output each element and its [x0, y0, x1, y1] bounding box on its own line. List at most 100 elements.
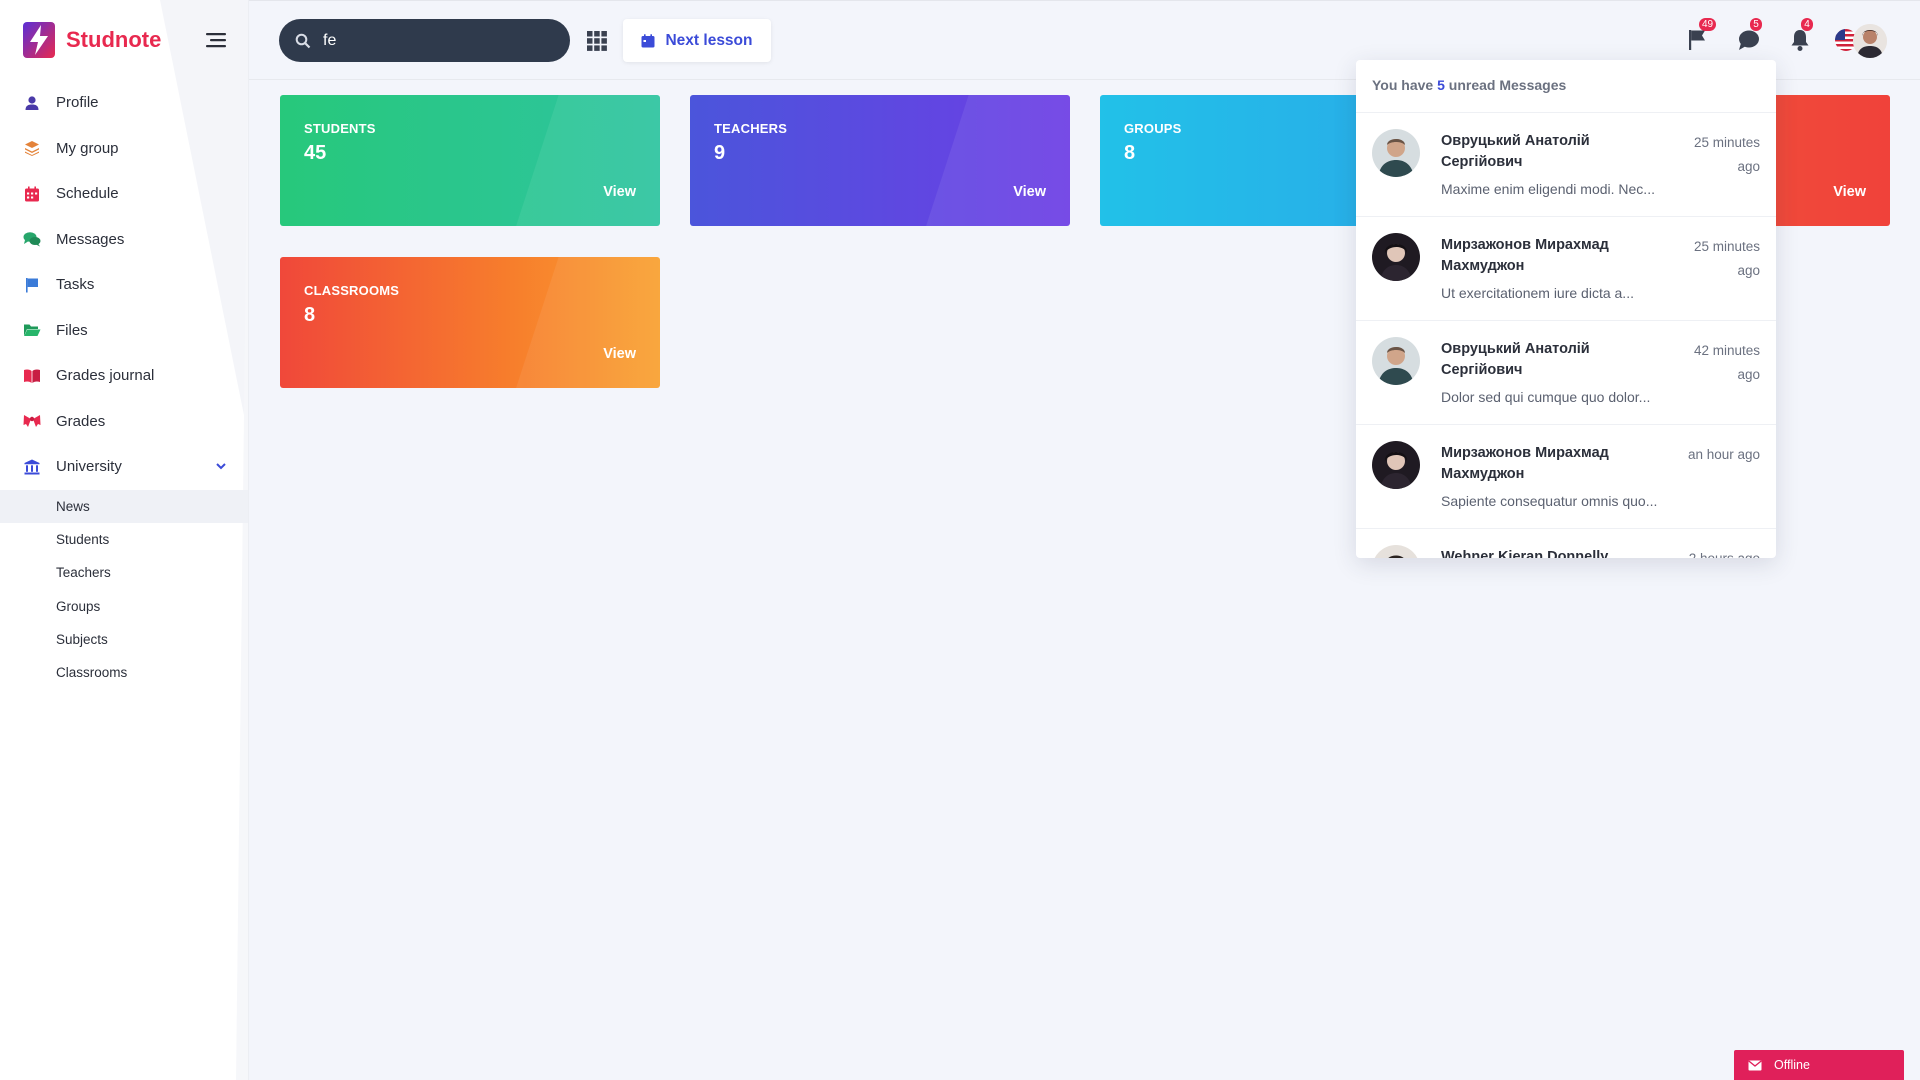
sidebar-item-label: Tasks — [56, 276, 95, 294]
sidebar-item-label: University — [56, 458, 122, 476]
sidebar-nav: Profile My group Schedule Messages Tasks — [0, 80, 248, 690]
chat-icon — [22, 229, 42, 249]
notifications-badge: 4 — [1801, 18, 1813, 31]
sidebar-item-my-group[interactable]: My group — [0, 126, 248, 172]
user-avatar[interactable] — [1853, 24, 1887, 58]
sidebar-item-label: Grades — [56, 412, 106, 430]
sidebar-subitem-classrooms[interactable]: Classrooms — [0, 656, 248, 689]
message-time: an hour ago — [1687, 447, 1760, 462]
sender-avatar — [1372, 545, 1420, 558]
sender-name: Мирзажонов Мирахмад Махмуджон — [1441, 445, 1609, 482]
message-item[interactable]: Овруцький Анатолій Сергійович 42 minutes… — [1356, 321, 1776, 425]
sidebar-item-profile[interactable]: Profile — [0, 80, 248, 126]
calendar-icon — [641, 33, 655, 47]
search-input[interactable] — [323, 31, 553, 50]
subjects-view-link[interactable]: View — [1833, 184, 1866, 200]
classrooms-view-link[interactable]: View — [603, 346, 636, 362]
layers-icon — [22, 138, 42, 158]
card-title: STUDENTS — [304, 121, 376, 136]
offline-label: Offline — [1774, 1058, 1810, 1072]
folder-icon — [22, 320, 42, 340]
sender-avatar — [1372, 337, 1420, 385]
sidebar-item-schedule[interactable]: Schedule — [0, 171, 248, 217]
sender-name: Овруцький Анатолій Сергійович — [1441, 133, 1590, 170]
sidebar-subitem-teachers[interactable]: Teachers — [0, 556, 248, 589]
bank-icon — [22, 457, 42, 477]
classrooms-card[interactable]: CLASSROOMS 8 View — [280, 257, 660, 388]
next-lesson-button[interactable]: Next lesson — [623, 19, 771, 62]
messages-badge: 5 — [1750, 18, 1762, 31]
offline-status-button[interactable]: Offline — [1734, 1050, 1904, 1080]
sidebar-item-tasks[interactable]: Tasks — [0, 262, 248, 308]
card-value: 8 — [304, 304, 316, 326]
message-time: 42 minutes ago — [1693, 343, 1760, 382]
sidebar-item-label: Messages — [56, 230, 125, 248]
sidebar-item-label: My group — [56, 139, 119, 157]
sender-avatar — [1372, 441, 1420, 489]
ribbon-icon — [22, 411, 42, 431]
message-item[interactable]: Мирзажонов Мирахмад Махмуджон an hour ag… — [1356, 425, 1776, 529]
sidebar: Studnote Profile My group Schedule Messa… — [0, 0, 249, 1080]
sidebar-subitem-subjects[interactable]: Subjects — [0, 623, 248, 656]
sender-avatar — [1372, 129, 1420, 177]
header-suffix: unread Messages — [1448, 77, 1567, 93]
sidebar-item-label: Files — [56, 321, 88, 339]
flags-button[interactable]: 49 — [1685, 18, 1717, 53]
lightning-logo-icon — [23, 22, 55, 58]
calendar-icon — [22, 184, 42, 204]
search-box[interactable] — [279, 19, 570, 62]
students-view-link[interactable]: View — [603, 184, 636, 200]
message-time: 2 hours ago — [1640, 547, 1760, 558]
sidebar-item-grades[interactable]: Grades — [0, 399, 248, 445]
sidebar-subitem-students[interactable]: Students — [0, 523, 248, 556]
sidebar-item-university[interactable]: University — [0, 444, 248, 490]
flag-icon — [22, 275, 42, 295]
message-preview: Ut exercitationem iure dicta a... — [1441, 285, 1634, 301]
university-subnav: News Students Teachers Groups Subjects C… — [0, 489, 248, 690]
bell-icon — [1791, 30, 1809, 51]
sender-name: Овруцький Анатолій Сергійович — [1441, 341, 1590, 378]
notifications-button[interactable]: 4 — [1787, 18, 1813, 53]
message-preview: Sapiente consequatur omnis quo... — [1441, 493, 1658, 509]
card-title: CLASSROOMS — [304, 283, 400, 298]
message-preview: Dolor sed qui cumque quo dolor... — [1441, 389, 1651, 405]
teachers-view-link[interactable]: View — [1013, 184, 1046, 200]
menu-toggle-icon[interactable] — [204, 30, 228, 50]
brand-name: Studnote — [66, 27, 162, 52]
sender-avatar — [1372, 233, 1420, 281]
card-title: TEACHERS — [714, 121, 788, 136]
message-item[interactable]: Wehner Kieran Donnelly 2 hours ago — [1356, 529, 1776, 558]
sender-name: Мирзажонов Мирахмад Махмуджон — [1441, 237, 1609, 274]
sidebar-item-messages[interactable]: Messages — [0, 217, 248, 263]
messages-dropdown-header: You have 5 unread Messages — [1356, 60, 1776, 113]
sender-name: Wehner Kieran Donnelly — [1441, 549, 1609, 558]
next-lesson-label: Next lesson — [665, 31, 753, 49]
header-prefix: You have — [1372, 77, 1434, 93]
message-preview: Maxime enim eligendi modi. Nec... — [1441, 181, 1655, 197]
message-item[interactable]: Овруцький Анатолій Сергійович 25 minutes… — [1356, 113, 1776, 217]
teachers-card[interactable]: TEACHERS 9 View — [690, 95, 1070, 226]
sidebar-subitem-groups[interactable]: Groups — [0, 589, 248, 622]
apps-grid-icon[interactable] — [586, 30, 608, 52]
sidebar-item-grades-journal[interactable]: Grades journal — [0, 353, 248, 399]
students-card[interactable]: STUDENTS 45 View — [280, 95, 660, 226]
sidebar-item-label: Schedule — [56, 185, 119, 203]
message-item[interactable]: Мирзажонов Мирахмад Махмуджон 25 minutes… — [1356, 217, 1776, 321]
sidebar-item-label: Grades journal — [56, 367, 155, 385]
messages-dropdown: You have 5 unread Messages Овруцький Ана… — [1356, 60, 1776, 558]
card-value: 45 — [304, 142, 327, 164]
flags-badge: 49 — [1699, 18, 1717, 31]
sidebar-subitem-news[interactable]: News — [0, 489, 248, 523]
brand[interactable]: Studnote — [22, 20, 161, 60]
sidebar-item-files[interactable]: Files — [0, 308, 248, 354]
message-time: 25 minutes ago — [1693, 135, 1760, 174]
message-time: 25 minutes ago — [1693, 239, 1760, 278]
chevron-down-icon[interactable] — [215, 460, 227, 472]
chat-bubble-icon — [1739, 30, 1759, 50]
unread-count: 5 — [1437, 77, 1445, 93]
user-avatar-image — [1853, 24, 1887, 58]
book-icon — [22, 366, 42, 386]
sidebar-item-label: Profile — [56, 94, 99, 112]
messages-button[interactable]: 5 — [1736, 18, 1762, 53]
envelope-icon — [1748, 1059, 1762, 1070]
